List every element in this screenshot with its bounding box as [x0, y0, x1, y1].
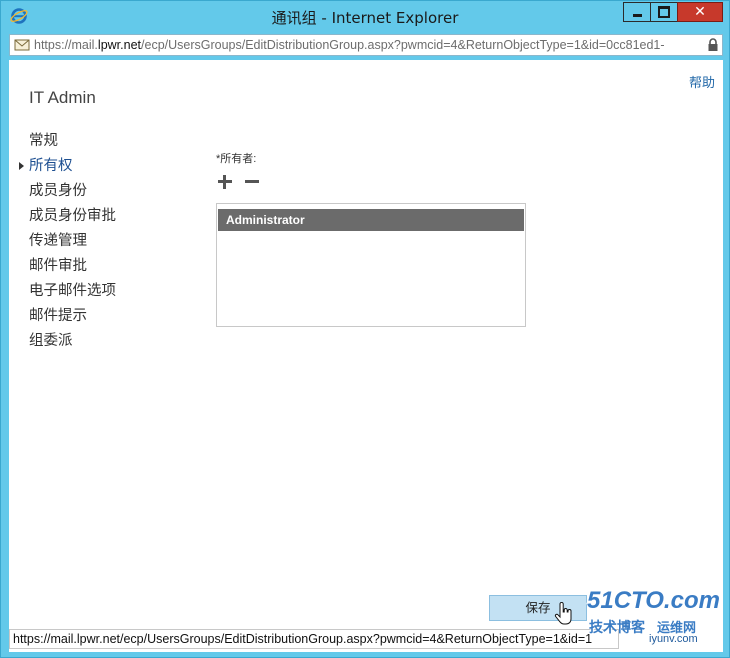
help-link[interactable]: 帮助 — [689, 72, 715, 91]
window-title: 通讯组 - Internet Explorer — [271, 9, 459, 27]
maximize-icon — [658, 6, 670, 18]
window-controls: ✕ — [623, 2, 723, 23]
add-owner-button[interactable] — [217, 174, 233, 190]
nav-item-label: 电子邮件选项 — [29, 283, 116, 299]
owners-label: *所有者: — [216, 153, 257, 165]
nav-item-label: 所有权 — [29, 158, 73, 174]
selected-arrow-icon — [19, 162, 24, 170]
nav-item-group-delegation[interactable]: 组委派 — [29, 332, 116, 357]
minimize-button[interactable] — [623, 2, 650, 22]
hand-cursor-icon — [554, 602, 572, 625]
nav-item-label: 组委派 — [29, 333, 73, 349]
side-nav: 常规 所有权 成员身份 成员身份审批 传递管理 邮件审批 电子邮件选项 邮件提示… — [19, 132, 116, 357]
nav-item-label: 成员身份审批 — [29, 208, 116, 224]
nav-item-membership-approval[interactable]: 成员身份审批 — [29, 207, 116, 232]
remove-owner-button[interactable] — [244, 174, 260, 190]
nav-item-label: 传递管理 — [29, 233, 87, 249]
org-name: IT Admin — [29, 88, 96, 107]
page-content: 帮助 IT Admin 常规 所有权 成员身份 成员身份审批 传递管理 邮件审批… — [9, 60, 723, 652]
close-button[interactable]: ✕ — [677, 2, 723, 22]
status-bar: https://mail.lpwr.net/ecp/UsersGroups/Ed… — [9, 629, 619, 649]
browser-window: 通讯组 - Internet Explorer ✕ https://mail.l… — [0, 0, 730, 658]
mail-icon — [14, 39, 30, 51]
owners-list[interactable]: Administrator — [216, 203, 526, 327]
maximize-button[interactable] — [650, 2, 677, 22]
nav-item-label: 邮件提示 — [29, 308, 87, 324]
nav-item-email-options[interactable]: 电子邮件选项 — [29, 282, 116, 307]
nav-item-label: 邮件审批 — [29, 258, 87, 274]
address-bar[interactable]: https://mail.lpwr.net/ecp/UsersGroups/Ed… — [9, 34, 723, 56]
nav-item-general[interactable]: 常规 — [29, 132, 116, 157]
watermark: 51CTO.com 技术博客 运维网 iyunv.com — [587, 587, 720, 649]
watermark-brand: 51CTO.com — [587, 587, 720, 614]
address-url[interactable]: https://mail.lpwr.net/ecp/UsersGroups/Ed… — [34, 37, 704, 53]
url-prefix: https://mail. — [34, 38, 98, 52]
title-bar[interactable]: 通讯组 - Internet Explorer ✕ — [1, 1, 729, 31]
lock-icon[interactable] — [707, 38, 719, 52]
watermark-tagline: 技术博客 — [589, 620, 645, 636]
watermark-url: iyunv.com — [649, 633, 698, 645]
minimize-icon — [632, 13, 642, 17]
nav-item-membership[interactable]: 成员身份 — [29, 182, 116, 207]
nav-item-label: 成员身份 — [29, 183, 87, 199]
nav-item-mailtip[interactable]: 邮件提示 — [29, 307, 116, 332]
url-host: lpwr.net — [97, 38, 142, 52]
nav-item-label: 常规 — [29, 133, 58, 149]
list-item[interactable]: Administrator — [218, 209, 524, 231]
close-icon: ✕ — [694, 4, 706, 20]
nav-item-delivery-management[interactable]: 传递管理 — [29, 232, 116, 257]
url-path: /ecp/UsersGroups/EditDistributionGroup.a… — [141, 38, 665, 52]
nav-item-ownership[interactable]: 所有权 — [19, 157, 116, 182]
nav-item-message-approval[interactable]: 邮件审批 — [29, 257, 116, 282]
